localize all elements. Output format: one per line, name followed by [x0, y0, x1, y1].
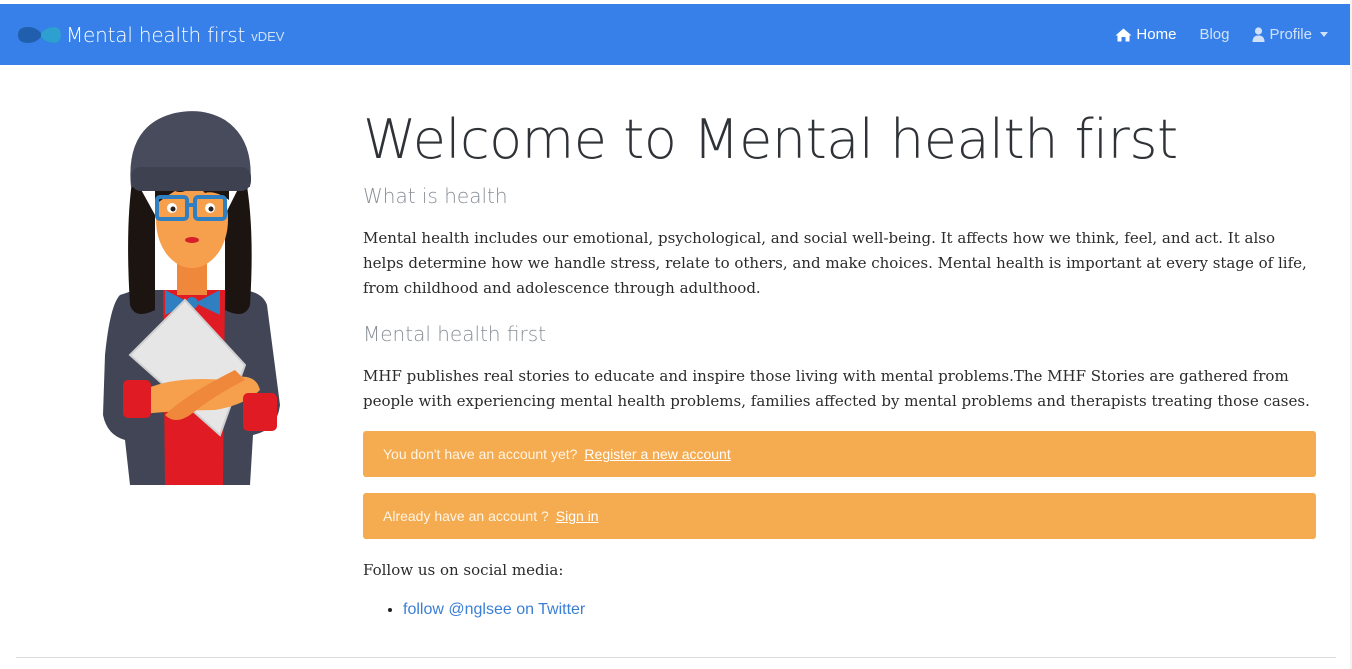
top-navbar: Mental health first vDEV Home Blog Profi… [0, 4, 1350, 65]
register-alert: You don't have an account yet? Register … [363, 431, 1316, 477]
nav-blog-label: Blog [1199, 26, 1230, 43]
signin-alert: Already have an account ? Sign in [363, 493, 1316, 539]
brand-name: Mental health first [66, 22, 246, 47]
home-icon [1115, 28, 1132, 41]
nav-home-label: Home [1136, 26, 1177, 43]
signin-alert-text: Already have an account ? [383, 508, 549, 524]
twitter-link[interactable]: follow @nglsee on Twitter [403, 601, 585, 618]
chevron-down-icon [1320, 32, 1328, 37]
user-icon [1252, 27, 1265, 42]
brand-version: vDEV [251, 29, 285, 44]
list-item: follow @nglsee on Twitter [403, 601, 1316, 619]
mental-health-first-heading: Mental health first [363, 322, 546, 346]
brand[interactable]: Mental health first vDEV [16, 23, 284, 47]
nav-profile-dropdown[interactable]: Profile [1252, 26, 1328, 43]
what-is-health-text: Mental health includes our emotional, ps… [363, 229, 1307, 297]
brand-logo-icon [18, 26, 61, 43]
signin-link[interactable]: Sign in [556, 508, 599, 524]
nav-profile-label: Profile [1269, 26, 1312, 43]
social-links-list: follow @nglsee on Twitter [363, 601, 1316, 619]
what-is-health-heading: What is health [363, 184, 508, 208]
mental-health-first-text: MHF publishes real stories to educate an… [363, 367, 1310, 410]
follow-label: Follow us on social media: [363, 561, 564, 579]
nav-menu: Home Blog Profile [1092, 26, 1328, 43]
page-title: Welcome to Mental health first [363, 108, 1178, 171]
footer-divider [16, 657, 1336, 658]
hipster-girl-illustration [103, 111, 280, 485]
nav-home[interactable]: Home [1115, 26, 1176, 43]
register-alert-text: You don't have an account yet? [383, 446, 578, 462]
register-link[interactable]: Register a new account [584, 446, 730, 462]
main-content: Welcome to Mental health first What is h… [363, 100, 1316, 619]
nav-blog[interactable]: Blog [1199, 26, 1229, 43]
